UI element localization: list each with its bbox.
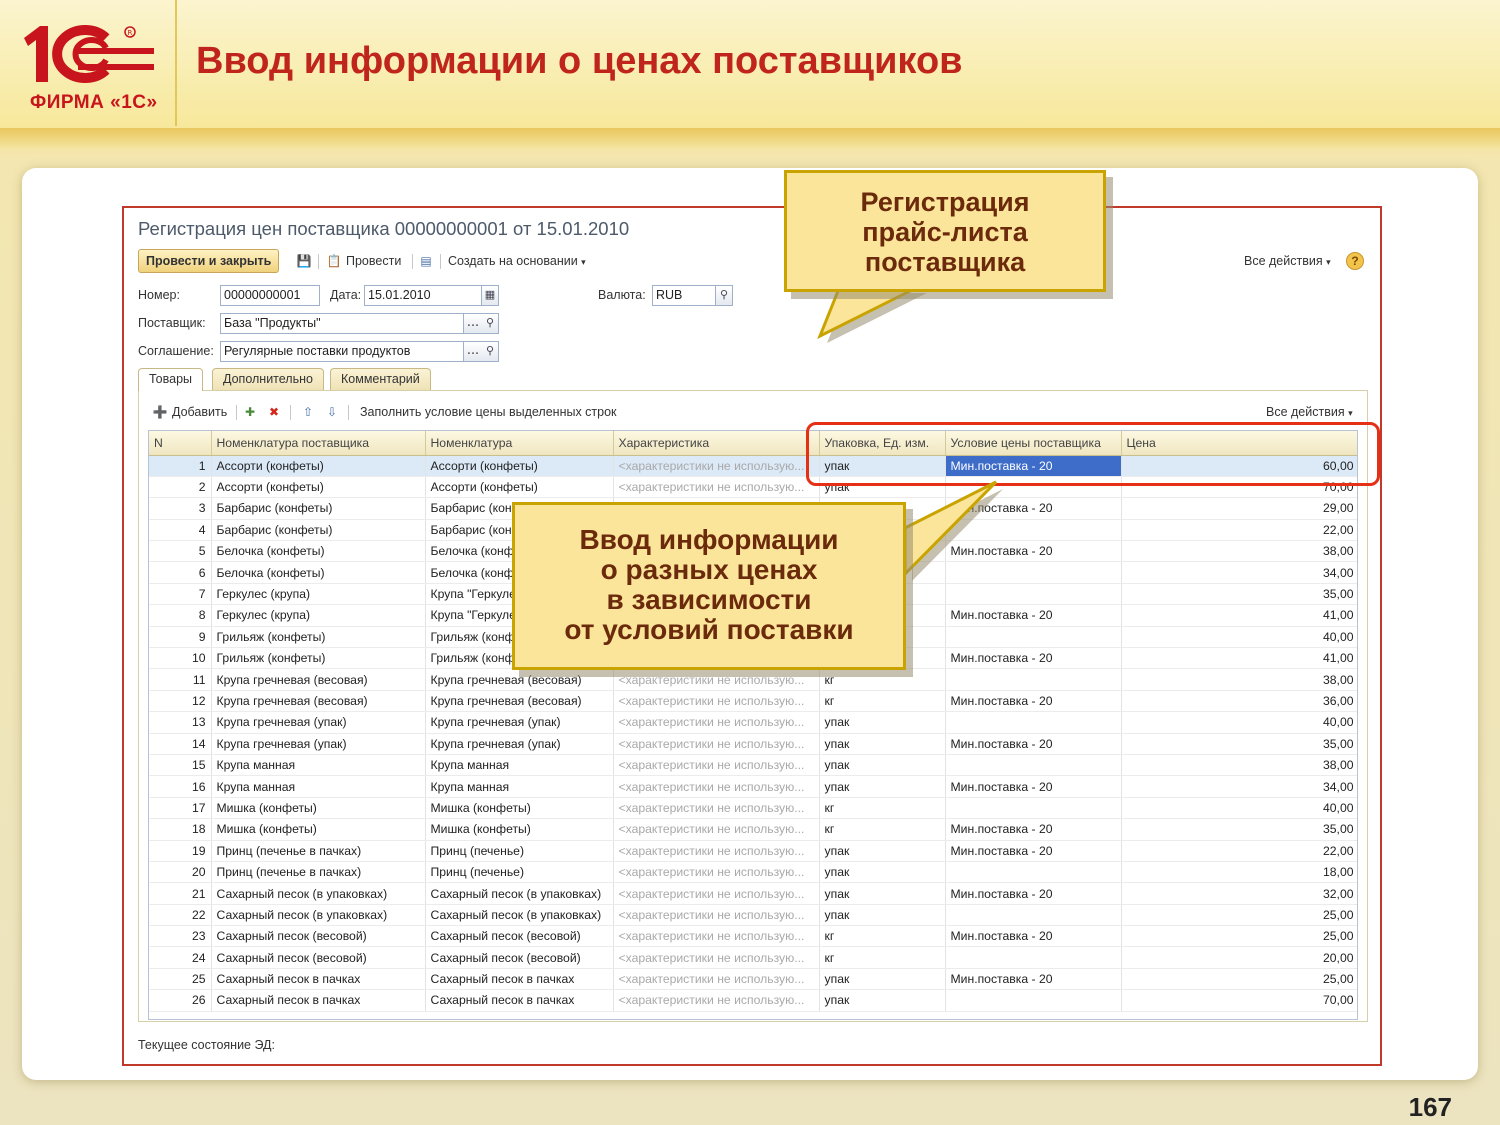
callout-line: в зависимости [606, 584, 812, 615]
callout-line: от условий поставки [564, 614, 854, 645]
callout-price-conditions: Ввод информации о разных ценах в зависим… [512, 502, 906, 670]
callout-line: поставщика [864, 247, 1026, 277]
callout-line: о разных ценах [600, 554, 818, 585]
callout-line: прайс-листа [862, 217, 1028, 247]
callout-price-list-registration: Регистрация прайс-листа поставщика [784, 170, 1106, 292]
callout-line: Ввод информации [579, 524, 839, 555]
callout-line: Регистрация [860, 187, 1030, 217]
